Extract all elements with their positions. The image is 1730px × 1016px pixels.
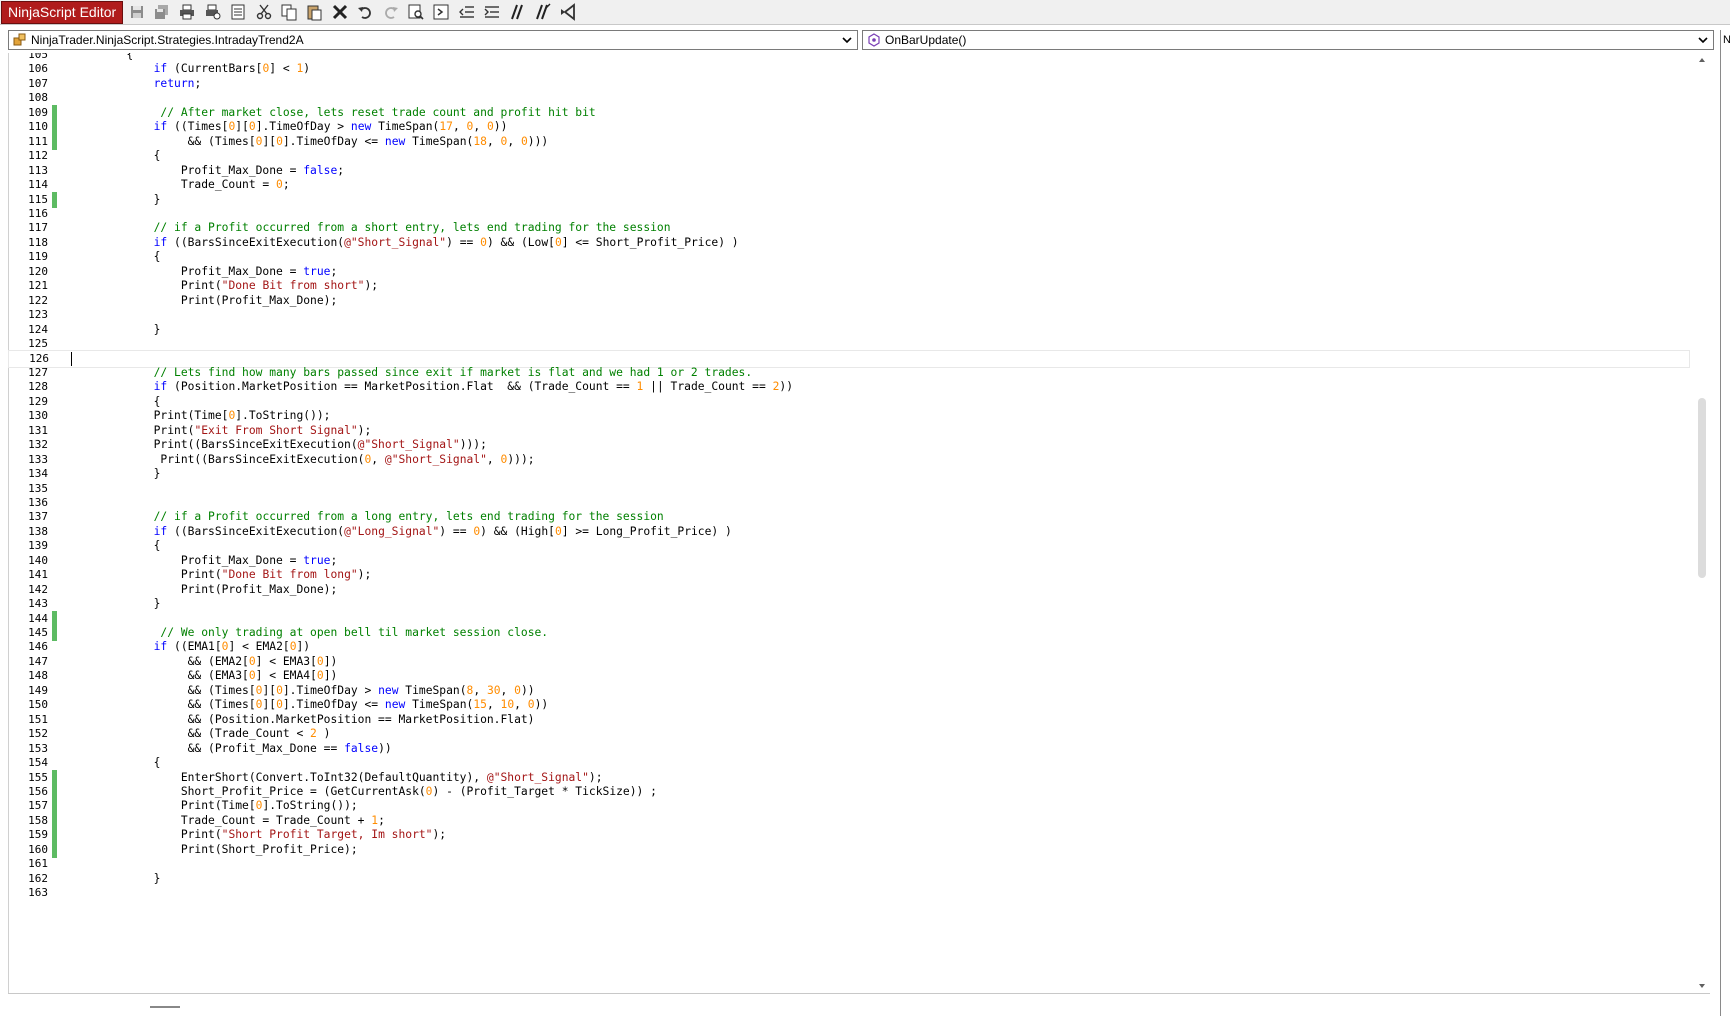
visual-studio-icon[interactable] xyxy=(559,3,577,21)
undo-icon[interactable] xyxy=(356,3,374,21)
copy-icon[interactable] xyxy=(280,3,298,21)
cut-icon[interactable] xyxy=(255,3,273,21)
app-title: NinjaScript Editor xyxy=(1,1,124,24)
chevron-down-icon[interactable] xyxy=(839,31,855,49)
page-setup-icon[interactable] xyxy=(229,3,247,21)
class-selector[interactable]: NinjaTrader.NinjaScript.Strategies.Intra… xyxy=(8,30,858,50)
vertical-scrollbar[interactable] xyxy=(1694,53,1710,993)
outdent-icon[interactable] xyxy=(458,3,476,21)
class-selector-value: NinjaTrader.NinjaScript.Strategies.Intra… xyxy=(31,33,304,47)
class-icon xyxy=(13,33,27,47)
comment-icon[interactable] xyxy=(508,3,526,21)
right-panel-edge xyxy=(1720,30,1730,1016)
redo-icon[interactable] xyxy=(382,3,400,21)
line-number: 163 xyxy=(28,886,48,900)
paste-icon[interactable] xyxy=(305,3,323,21)
code-line[interactable]: 163 xyxy=(8,885,1688,901)
method-icon xyxy=(867,33,881,47)
scroll-down-icon[interactable] xyxy=(1694,979,1710,993)
toolbar: NinjaScript Editor xyxy=(0,0,1730,25)
editor-bottom-border xyxy=(8,993,1710,994)
delete-icon[interactable] xyxy=(331,3,349,21)
find-icon[interactable] xyxy=(407,3,425,21)
uncomment-icon[interactable] xyxy=(534,3,552,21)
method-selector-value: OnBarUpdate() xyxy=(885,33,967,47)
compile-icon[interactable] xyxy=(432,3,450,21)
scroll-up-icon[interactable] xyxy=(1694,53,1710,67)
method-selector[interactable]: OnBarUpdate() xyxy=(862,30,1714,50)
code-editor[interactable]: 105 {106 if (CurrentBars[0] < 1) 107 retu… xyxy=(8,53,1710,993)
print-preview-icon[interactable] xyxy=(204,3,222,21)
scrollbar-thumb[interactable] xyxy=(1698,398,1706,578)
print-icon[interactable] xyxy=(178,3,196,21)
save-icon[interactable] xyxy=(128,3,146,21)
chevron-down-icon[interactable] xyxy=(1695,31,1711,49)
save-all-icon[interactable] xyxy=(153,3,171,21)
right-panel-label: N xyxy=(1723,34,1730,46)
horizontal-scrollbar-thumb[interactable] xyxy=(150,1006,180,1008)
indent-icon[interactable] xyxy=(483,3,501,21)
